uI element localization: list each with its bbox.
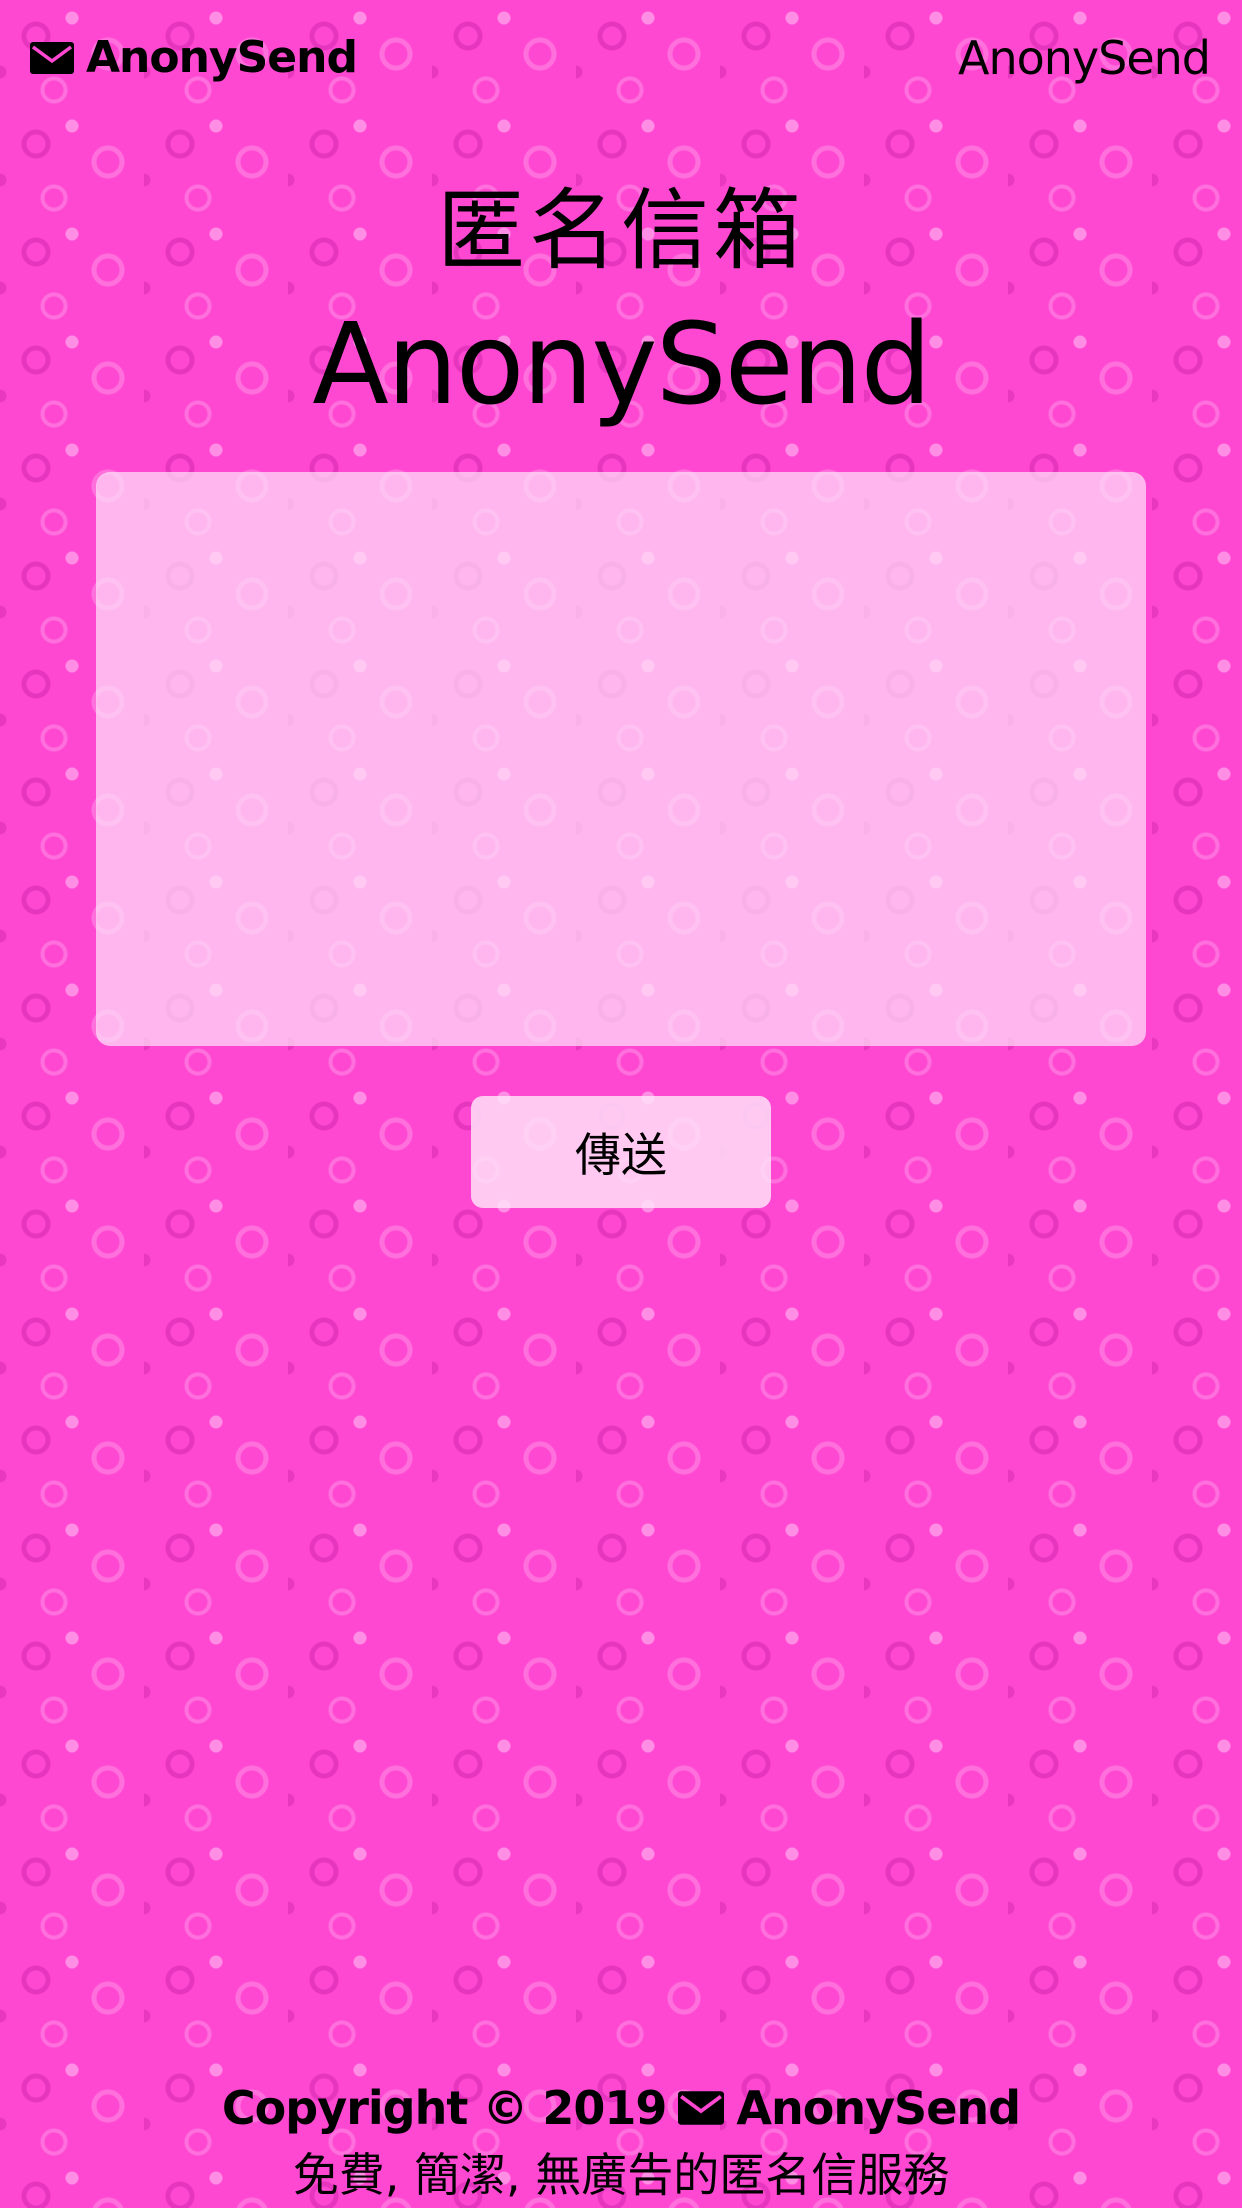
envelope-icon	[678, 2091, 725, 2125]
nav-link-anonysend[interactable]: AnonySend	[958, 30, 1211, 86]
footer-copyright: Copyright © 2019 AnonySend	[0, 2078, 1242, 2138]
footer-brand: AnonySend	[736, 2081, 1021, 2135]
hero-title: AnonySend	[312, 300, 931, 430]
top-navbar: AnonySend AnonySend	[0, 0, 1242, 116]
hero-subtitle: 匿名信箱	[436, 179, 805, 282]
message-textarea[interactable]	[96, 472, 1146, 1046]
brand-link[interactable]: AnonySend	[30, 30, 358, 86]
copyright-text: Copyright © 2019	[221, 2081, 667, 2135]
send-button[interactable]: 傳送	[471, 1096, 771, 1208]
envelope-icon	[30, 42, 74, 74]
footer-tagline: 免費, 簡潔, 無廣告的匿名信服務	[292, 2148, 950, 2202]
brand-label: AnonySend	[86, 32, 358, 83]
